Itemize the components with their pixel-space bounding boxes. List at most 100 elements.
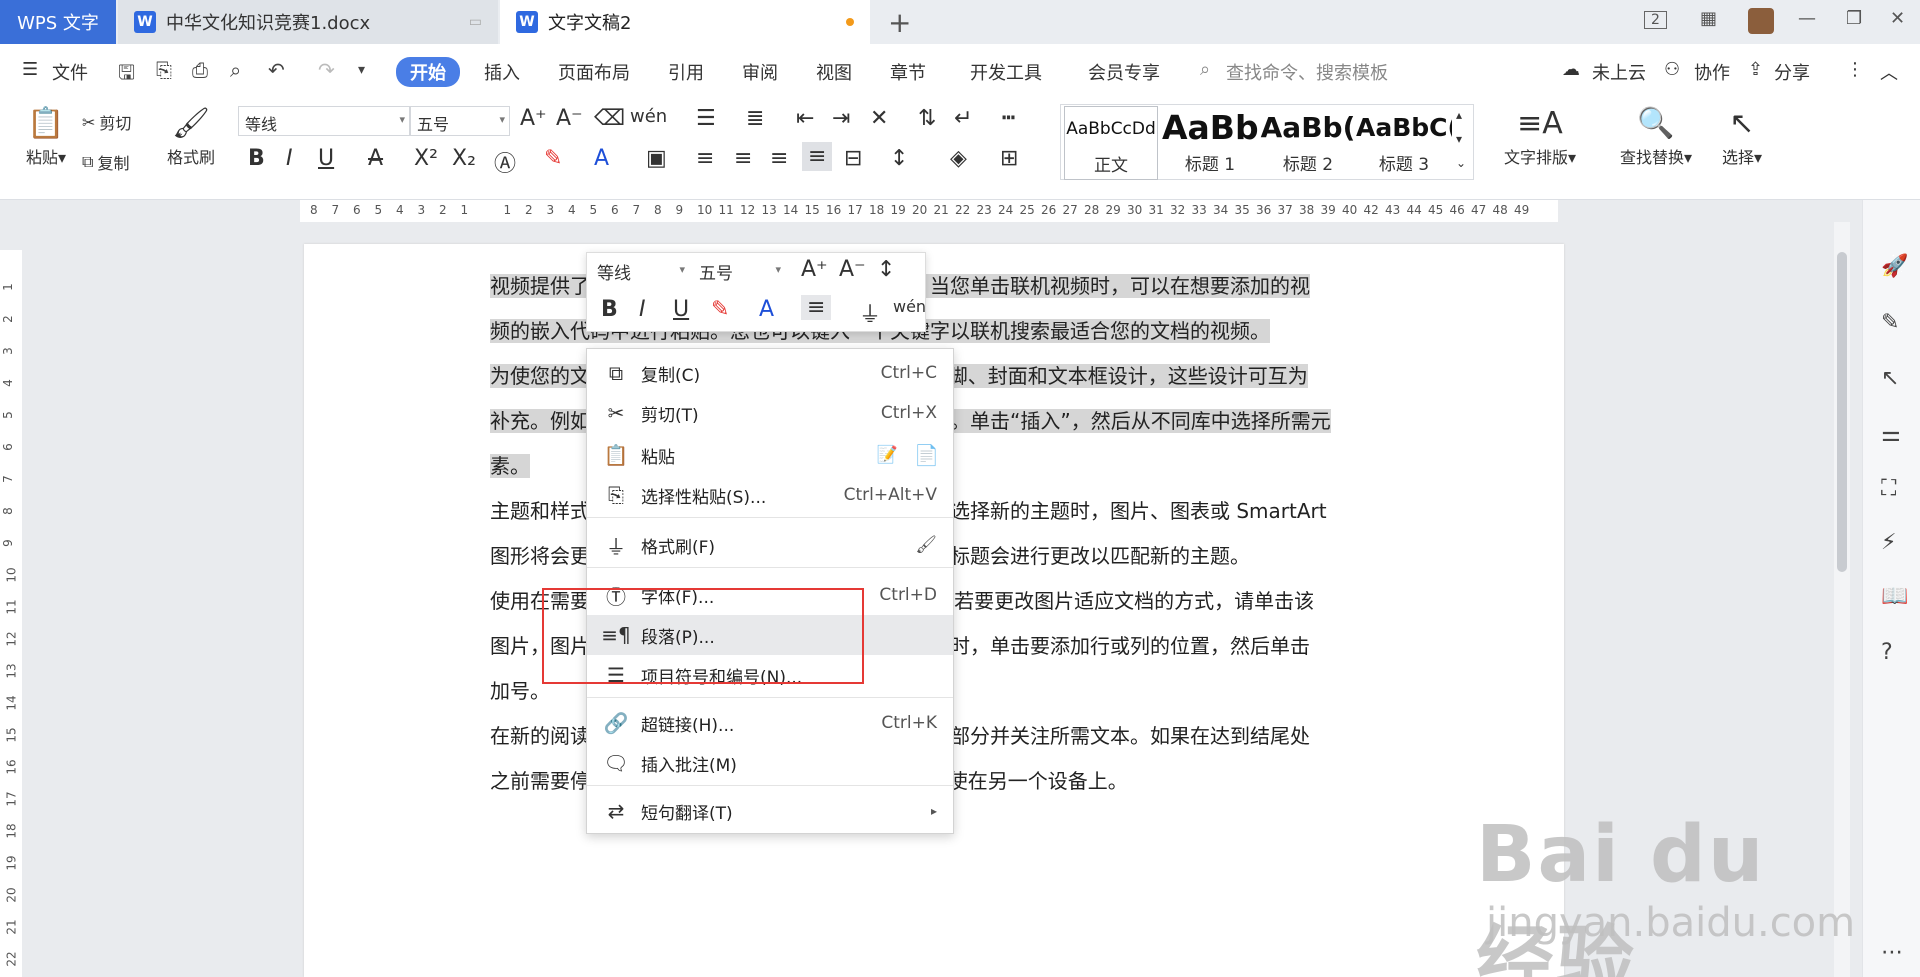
gallery-up-icon[interactable]: ▴ [1456,108,1462,122]
align-justify-icon[interactable]: ≡ [802,142,833,171]
select-button[interactable]: ↖ 选择▾ [1712,104,1772,168]
scrollbar-thumb[interactable] [1837,252,1847,572]
clear-format-icon[interactable]: ⌫ [594,106,625,131]
menu-chapter[interactable]: 章节 [890,59,926,85]
hamburger-icon[interactable]: ☰ [22,59,38,80]
ctx-cut[interactable]: ✂ 剪切(T) Ctrl+X [587,393,953,433]
style-heading-1[interactable]: AaBb 标题 1 [1162,106,1258,180]
ctx-translate[interactable]: ⇄ 短句翻译(T) ▸ [587,791,953,831]
italic-icon[interactable]: I [639,297,646,322]
font-size-select[interactable]: 五号 [410,106,510,136]
show-marks-icon[interactable]: ↵ [954,106,972,131]
menu-review[interactable]: 审阅 [742,59,778,85]
chinese-layout-icon[interactable]: ✕ [870,106,888,131]
numbering-icon[interactable]: ≣ [746,106,764,131]
paste-button[interactable]: 📋 粘贴▾ [16,104,76,168]
align-right-icon[interactable]: ≡ [770,146,788,171]
style-normal[interactable]: AaBbCcDd 正文 [1064,106,1158,180]
phonetic-icon[interactable]: wén [630,106,667,127]
bullets-icon[interactable]: ☰ [696,106,716,131]
undo-icon[interactable]: ↶ [268,58,285,82]
cut-button[interactable]: ✂ 剪切 [82,110,131,134]
menu-insert[interactable]: 插入 [484,59,520,85]
paste-text-only-icon[interactable]: 📄 [914,443,939,467]
grow-font-icon[interactable]: A⁺ [520,106,547,131]
mini-font-size-select[interactable]: 五号 [695,257,783,285]
cloud-status-button[interactable]: 未上云 [1592,59,1646,85]
image-tool-icon[interactable]: ⛶ [1881,476,1896,501]
align-left-icon[interactable]: ≡ [696,146,714,171]
grid-icon[interactable]: ▦ [1700,8,1717,29]
line-spacing-icon[interactable]: ↕ [890,146,908,171]
book-icon[interactable]: 📖 [1881,584,1908,609]
menu-member[interactable]: 会员专享 [1088,59,1160,85]
underline-icon[interactable]: U [318,146,334,171]
gallery-more-icon[interactable]: ⌄ [1456,156,1466,170]
redo-icon[interactable]: ↷ [318,58,335,82]
menu-page-layout[interactable]: 页面布局 [558,59,630,85]
distribute-icon[interactable]: ⊟ [844,146,862,171]
tab-stops-icon[interactable]: ┅ [1002,106,1015,131]
menu-references[interactable]: 引用 [668,59,704,85]
vertical-ruler[interactable]: 1 2 3 4 5 6 7 8 9 10 11 12 13 14 15 16 17 18 19 20 21 22 [0,250,22,977]
shrink-font-icon[interactable]: A⁻ [839,257,866,282]
subscript-icon[interactable]: X₂ [452,146,476,171]
ctx-paste[interactable]: 📋 粘贴 📝 📄 [587,435,953,475]
font-color-icon[interactable]: A [594,146,609,171]
tab-wps-app[interactable]: WPS 文字 [0,0,116,44]
more-icon[interactable]: ⋮ [1846,59,1864,80]
more-icon[interactable]: ⋯ [1881,940,1903,965]
shrink-font-icon[interactable]: A⁻ [556,106,583,131]
format-painter-button[interactable]: 🖌 格式刷 [160,104,222,168]
tab-document-1[interactable]: W 中华文化知识竞赛1.docx ▭ [118,0,498,44]
menu-start[interactable]: 开始 [396,57,460,87]
menu-developer[interactable]: 开发工具 [970,59,1042,85]
lightning-icon[interactable]: ⚡ [1881,530,1896,555]
search-command-input[interactable]: 查找命令、搜索模板 [1226,59,1388,85]
brush-icon[interactable]: ⏚ [859,297,881,329]
find-replace-button[interactable]: 🔍 查找替换▾ [1610,104,1702,168]
paste-keep-format-icon[interactable]: 📝 [877,445,898,465]
phonetic-icon[interactable]: wén [893,297,926,316]
align-center-icon[interactable]: ≡ [734,146,752,171]
shading-icon[interactable]: ◈ [950,146,967,171]
copy-button[interactable]: ⧉ 复制 [82,150,129,174]
avatar[interactable] [1748,8,1774,34]
ctx-copy[interactable]: ⧉ 复制(C) Ctrl+C [587,353,953,393]
collab-button[interactable]: 协作 [1694,59,1730,85]
mini-font-name-select[interactable]: 等线 [593,257,687,285]
borders-icon[interactable]: ⊞ [1000,146,1018,171]
style-heading-3[interactable]: AaBbC( 标题 3 [1356,106,1452,180]
tab-document-2[interactable]: W 文字文稿2 [500,0,870,44]
grow-font-icon[interactable]: A⁺ [801,257,828,282]
italic-icon[interactable]: I [286,146,293,171]
help-icon[interactable]: ? [1881,640,1893,665]
bold-icon[interactable]: B [601,297,618,322]
increase-indent-icon[interactable]: ⇥ [832,106,850,131]
print-preview-icon[interactable]: ⌕ [230,58,241,82]
ctx-format-painter[interactable]: ⏚ 格式刷(F) 🖌 [587,525,953,565]
print-icon[interactable]: ⎙ [192,58,208,82]
strikethrough-icon[interactable]: A [368,146,383,171]
superscript-icon[interactable]: X² [414,146,438,171]
text-layout-button[interactable]: ≡A 文字排版▾ [1494,104,1586,168]
horizontal-ruler[interactable]: 8 7 6 5 4 3 2 1 1 2 3 4 5 6 7 8 9 10 11 12 13 14 15 16 17 18 19 20 2… [0,200,1920,222]
line-spacing-icon[interactable]: ↕ [877,257,895,282]
font-color-icon[interactable]: A [759,297,774,322]
underline-icon[interactable]: U [673,297,689,322]
highlight-icon[interactable]: ✎ [711,297,729,322]
ctx-insert-comment[interactable]: 🗨 插入批注(M) [587,743,953,783]
decrease-indent-icon[interactable]: ⇤ [796,106,814,131]
style-heading-2[interactable]: AaBb( 标题 2 [1260,106,1356,180]
ctx-paste-special[interactable]: ⎘ 选择性粘贴(S)... Ctrl+Alt+V [587,475,953,515]
share-button[interactable]: 分享 [1774,59,1810,85]
quick-access-dropdown-icon[interactable]: ▾ [358,62,365,78]
save-icon[interactable]: 🖫 [118,58,135,92]
menu-view[interactable]: 视图 [816,59,852,85]
highlight-icon[interactable]: ✎ [544,146,562,171]
new-tab-button[interactable]: + [888,6,911,39]
minimize-icon[interactable]: — [1798,8,1816,29]
cursor-icon[interactable]: ↖ [1881,366,1899,391]
export-icon[interactable]: ⎘ [156,58,172,82]
rocket-icon[interactable]: 🚀 [1881,254,1908,279]
